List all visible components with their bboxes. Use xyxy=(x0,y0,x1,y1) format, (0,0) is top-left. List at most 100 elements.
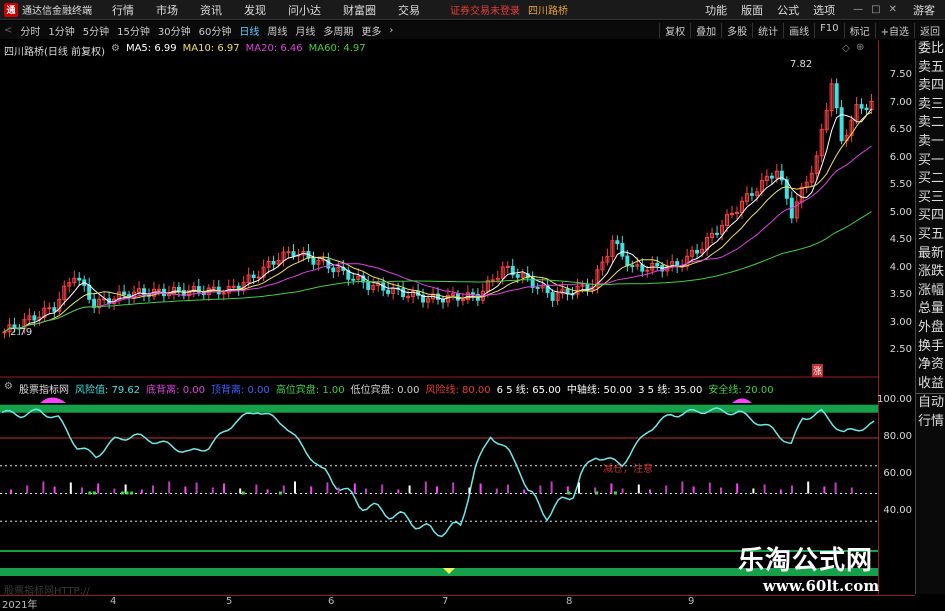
guest-label[interactable]: 游客 xyxy=(913,2,935,18)
ind-35-line: 3 5 线: 35.00 xyxy=(638,385,703,396)
side-ask1[interactable]: 卖一 xyxy=(916,133,945,152)
high-price-label: 7.82 xyxy=(790,59,813,70)
candle-body xyxy=(386,289,391,294)
ind-low: 低位宾盘: 0.00 xyxy=(350,385,420,396)
indicator-settings-icon[interactable]: ⚙ xyxy=(4,381,13,396)
candle-body xyxy=(620,243,625,257)
period-more[interactable]: 更多 xyxy=(357,23,385,38)
menu-quotes[interactable]: 行情 xyxy=(112,2,134,18)
side-change[interactable]: 涨跌 xyxy=(916,263,945,282)
menu-ask[interactable]: 问小达 xyxy=(288,2,321,18)
chevron-right-icon[interactable]: › xyxy=(385,25,397,36)
tool-multi-stock[interactable]: 多股 xyxy=(721,22,752,38)
period-monthly[interactable]: 月线 xyxy=(291,23,319,38)
period-weekly[interactable]: 周线 xyxy=(263,23,291,38)
side-ask3[interactable]: 卖三 xyxy=(916,96,945,115)
side-quotes[interactable]: 行情 xyxy=(916,413,945,432)
period-daily[interactable]: 日线 xyxy=(235,23,263,38)
period-multi[interactable]: 多周期 xyxy=(319,23,357,38)
menu-market[interactable]: 市场 xyxy=(156,2,178,18)
side-bid5[interactable]: 买五 xyxy=(916,226,945,245)
signal-tick xyxy=(211,487,214,494)
side-turnover[interactable]: 换手 xyxy=(916,338,945,357)
menu-discover[interactable]: 发现 xyxy=(244,2,266,18)
side-ask4[interactable]: 卖四 xyxy=(916,77,945,96)
period-15min[interactable]: 15分钟 xyxy=(113,23,154,38)
signal-tick xyxy=(239,488,242,494)
tool-f10[interactable]: F10 xyxy=(814,22,843,38)
side-last[interactable]: 最新 xyxy=(916,245,945,264)
tool-stats[interactable]: 统计 xyxy=(752,22,783,38)
menu-options[interactable]: 选项 xyxy=(813,2,835,18)
menu-function[interactable]: 功能 xyxy=(705,2,727,18)
diamond-icon[interactable]: ◇ xyxy=(842,43,850,54)
menu-wealth[interactable]: 财富圈 xyxy=(343,2,376,18)
side-bid3[interactable]: 买三 xyxy=(916,189,945,208)
ind-top-div: 顶背离: 0.00 xyxy=(210,385,270,396)
tool-overlay[interactable]: 叠加 xyxy=(690,22,721,38)
period-30min[interactable]: 30分钟 xyxy=(154,23,195,38)
candle-body xyxy=(221,292,226,295)
side-bid4[interactable]: 买四 xyxy=(916,207,945,226)
kline-chart[interactable] xyxy=(0,40,878,594)
indicator-tick-label: 80.00 xyxy=(883,431,912,442)
side-weibi[interactable]: 委比 xyxy=(916,40,945,59)
green-signal-dot xyxy=(595,491,599,495)
top-divergence-fill-2 xyxy=(732,398,752,403)
green-signal-dot xyxy=(567,491,571,495)
tool-adjust[interactable]: 复权 xyxy=(659,22,690,38)
side-volume[interactable]: 总量 xyxy=(916,300,945,319)
side-eps[interactable]: 收益 xyxy=(916,375,945,394)
minimize-icon[interactable]: — xyxy=(853,4,863,15)
date-axis: 2021年 4 5 6 7 8 9 xyxy=(0,595,915,611)
candle-body xyxy=(715,232,720,235)
menu-layout[interactable]: 版面 xyxy=(741,2,763,18)
signal-tick xyxy=(834,482,837,494)
side-pct[interactable]: 涨幅 xyxy=(916,282,945,301)
period-5min[interactable]: 5分钟 xyxy=(79,23,113,38)
maximize-icon[interactable]: □ xyxy=(871,4,880,15)
side-outer[interactable]: 外盘 xyxy=(916,319,945,338)
tool-mark[interactable]: 标记 xyxy=(843,22,875,38)
menu-news[interactable]: 资讯 xyxy=(200,2,222,18)
signal-tick xyxy=(81,487,83,494)
signal-tick xyxy=(763,484,766,494)
tool-back[interactable]: 返回 xyxy=(914,22,945,38)
candle-body xyxy=(655,262,660,266)
ind-risk-line: 风险线: 80.00 xyxy=(425,385,491,396)
menu-trade[interactable]: 交易 xyxy=(398,2,420,18)
side-netasset[interactable]: 净资 xyxy=(916,356,945,375)
stock-tag: 四川路桥 xyxy=(528,6,568,17)
signal-tick xyxy=(708,482,711,494)
x-label-7: 7 xyxy=(442,596,449,607)
period-60min[interactable]: 60分钟 xyxy=(195,23,236,38)
side-ask5[interactable]: 卖五 xyxy=(916,59,945,78)
signal-tick xyxy=(294,481,296,494)
candle-body xyxy=(535,286,540,289)
side-bid2[interactable]: 买二 xyxy=(916,170,945,189)
signal-tick xyxy=(436,486,438,494)
signal-tick xyxy=(140,489,143,494)
login-warning[interactable]: 证券交易未登录 xyxy=(450,2,520,17)
back-arrow-icon[interactable]: < xyxy=(0,25,16,36)
side-auto[interactable]: 自动 xyxy=(916,393,945,413)
side-bid1[interactable]: 买一 xyxy=(916,152,945,171)
tool-add-watch[interactable]: +自选 xyxy=(874,22,914,38)
ma5-value: MA5: 6.99 xyxy=(125,43,177,54)
tool-draw[interactable]: 画线 xyxy=(783,22,814,38)
signal-tick xyxy=(168,481,171,494)
close-icon[interactable]: ✕ xyxy=(889,4,897,15)
chart-area[interactable]: 四川路桥(日线 前复权) ⚙ MA5: 6.99 MA10: 6.97 MA20… xyxy=(0,40,878,597)
expand-icon[interactable]: ⊕ xyxy=(856,42,864,53)
settings-circle-icon[interactable]: ⚙ xyxy=(111,43,120,58)
signal-tick xyxy=(649,489,651,494)
candle-body xyxy=(286,251,291,254)
menu-formula[interactable]: 公式 xyxy=(777,2,799,18)
signal-tick xyxy=(681,481,684,494)
signal-tick xyxy=(152,485,154,494)
period-1min[interactable]: 1分钟 xyxy=(44,23,78,38)
price-axis: 7.50 7.00 6.50 6.00 5.50 5.00 4.50 4.00 3.50 3.00… xyxy=(877,40,916,594)
period-intraday[interactable]: 分时 xyxy=(16,23,44,38)
candle-body xyxy=(366,281,371,290)
side-ask2[interactable]: 卖二 xyxy=(916,114,945,133)
